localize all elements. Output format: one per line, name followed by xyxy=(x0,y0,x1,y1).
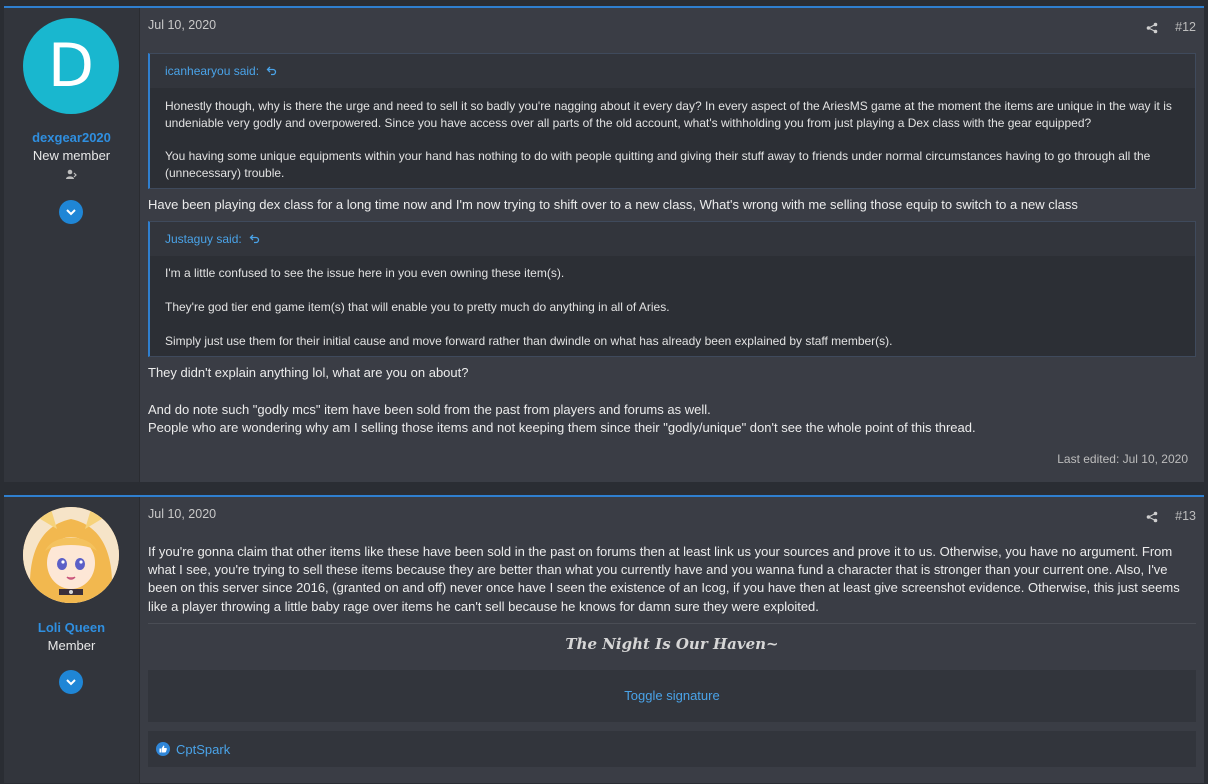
quote-block: Justaguy said: I'm a little confused to … xyxy=(148,221,1196,357)
post-text-line: Have been playing dex class for a long t… xyxy=(148,197,1078,212)
toggle-signature-link[interactable]: Toggle signature xyxy=(148,688,1196,703)
post-text-line: like a player throwing a little baby rag… xyxy=(148,599,819,614)
post-date[interactable]: Jul 10, 2020 xyxy=(148,18,216,32)
post-text-line: If you're gonna claim that other items l… xyxy=(148,544,1173,559)
expand-user-info-button[interactable] xyxy=(59,200,83,224)
post-13: Loli Queen Member Jul 10, 2020 #13 If yo… xyxy=(4,495,1204,783)
quote-header: icanhearyou said: xyxy=(150,54,1195,88)
user-info-column: D dexgear2020 New member xyxy=(4,8,140,482)
quote-header: Justaguy said: xyxy=(150,222,1195,256)
share-icon[interactable] xyxy=(1146,22,1158,34)
username[interactable]: Loli Queen xyxy=(4,620,139,635)
user-title: New member xyxy=(32,148,111,163)
reactions-bar: CptSpark xyxy=(148,731,1196,767)
quote-text-line: They're god tier end game item(s) that w… xyxy=(165,300,670,314)
last-edited: Last edited: Jul 10, 2020 xyxy=(1057,452,1188,466)
expand-user-info-button[interactable] xyxy=(59,670,83,694)
quote-text-line: (unnecessary) trouble. xyxy=(165,166,285,180)
user-icon xyxy=(66,169,77,179)
signature-toggle-box: Toggle signature xyxy=(148,670,1196,722)
post-text-line: People who are wondering why am I sellin… xyxy=(148,420,976,435)
post-number[interactable]: #13 xyxy=(1175,509,1196,523)
quote-text-line: Honestly though, why is there the urge a… xyxy=(165,99,1172,113)
quote-jump-icon xyxy=(249,234,260,244)
signature-divider xyxy=(148,623,1196,624)
quote-text-line: You having some unique equipments within… xyxy=(165,149,1151,163)
post-date[interactable]: Jul 10, 2020 xyxy=(148,507,216,521)
post-text-line: And do note such "godly mcs" item have b… xyxy=(148,402,711,417)
username[interactable]: dexgear2020 xyxy=(4,130,139,145)
reaction-user-link[interactable]: CptSpark xyxy=(176,742,230,757)
avatar-image xyxy=(23,507,119,603)
post-text-line: what I see, you're trying to sell these … xyxy=(148,562,1168,577)
post-text-line: They didn't explain anything lol, what a… xyxy=(148,365,469,380)
avatar[interactable]: D xyxy=(23,18,119,114)
user-title: Member xyxy=(47,638,96,653)
quote-text-line: I'm a little confused to see the issue h… xyxy=(165,266,565,280)
post-text-line: been on this server since 2016, (granted… xyxy=(148,580,1180,595)
post-main: Jul 10, 2020 #12 icanhearyou said: Hones… xyxy=(140,8,1204,482)
chevron-down-icon xyxy=(66,209,76,216)
post-main: Jul 10, 2020 #13 If you're gonna claim t… xyxy=(140,497,1204,783)
quote-author-link[interactable]: Justaguy said: xyxy=(165,232,260,246)
quote-block: icanhearyou said: Honestly though, why i… xyxy=(148,53,1196,189)
chevron-down-icon xyxy=(66,679,76,686)
quote-text-line: undeniable very godly and overpowered. S… xyxy=(165,116,1092,130)
avatar[interactable] xyxy=(23,507,119,603)
like-icon xyxy=(156,742,170,756)
post-number[interactable]: #12 xyxy=(1175,20,1196,34)
post-12: D dexgear2020 New member Jul 10, 2020 #1… xyxy=(4,6,1204,482)
quote-author: Justaguy said: xyxy=(165,232,242,246)
quote-jump-icon xyxy=(266,66,277,76)
quote-author-link[interactable]: icanhearyou said: xyxy=(165,64,277,78)
signature-text: The Night Is Our Haven~ xyxy=(565,635,779,653)
share-icon[interactable] xyxy=(1146,511,1158,523)
quote-author: icanhearyou said: xyxy=(165,64,260,78)
quote-text-line: Simply just use them for their initial c… xyxy=(165,334,893,348)
user-info-column: Loli Queen Member xyxy=(4,497,140,783)
